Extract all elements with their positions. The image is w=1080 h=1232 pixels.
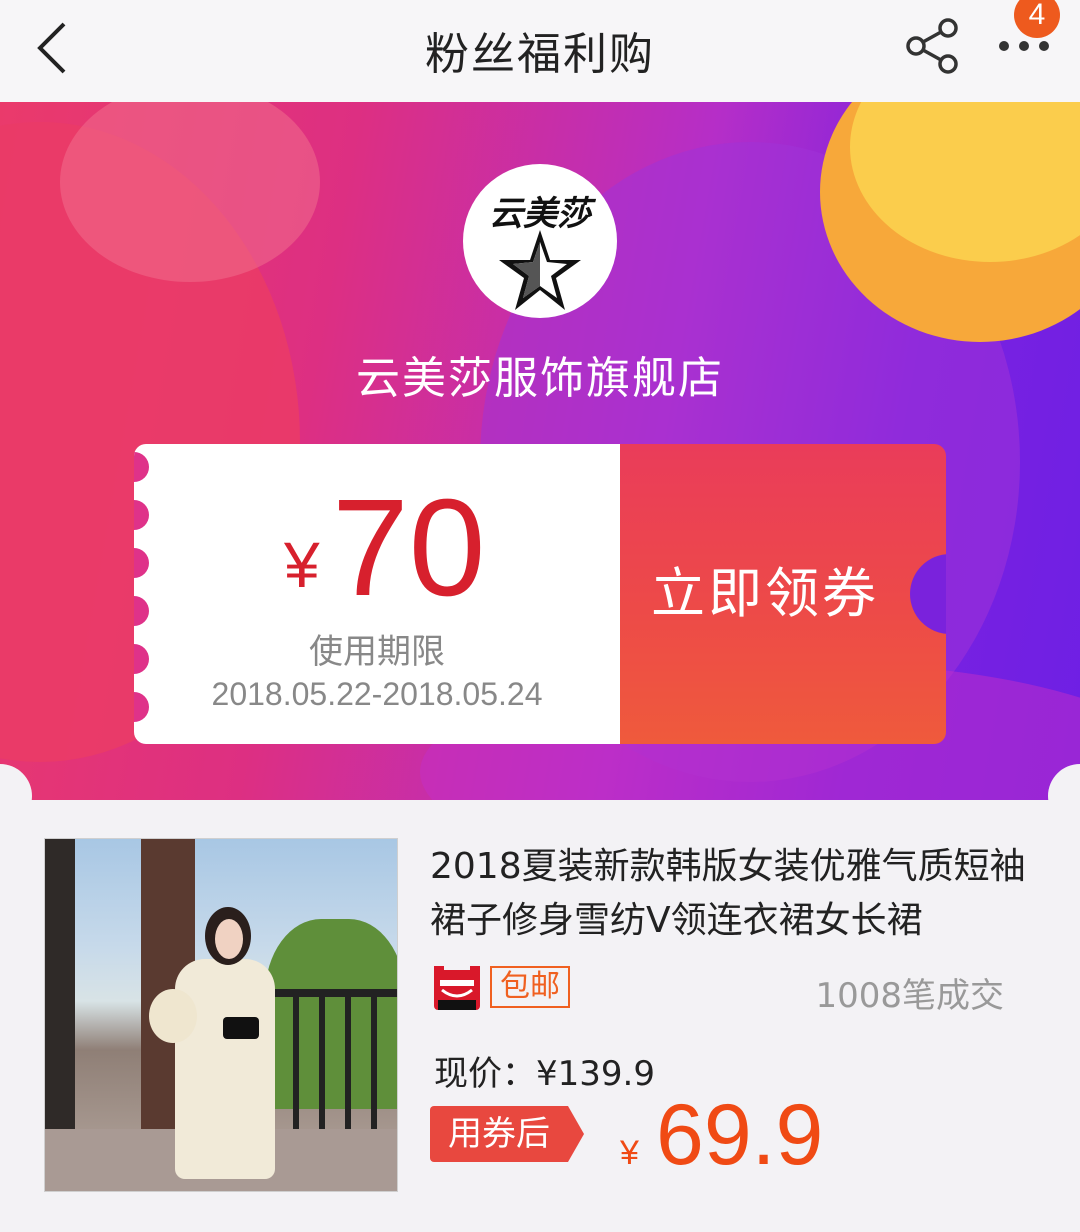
coupon-notch — [134, 596, 149, 626]
product-image[interactable] — [44, 838, 398, 1192]
coupon-notch — [134, 452, 149, 482]
after-coupon-tag-arrow — [568, 1106, 584, 1162]
coupon-notch — [134, 548, 149, 578]
top-nav-bar: 粉丝福利购 4 — [0, 0, 1080, 102]
photo-detail — [149, 989, 197, 1043]
sales-count: 1008笔成交 — [815, 976, 1004, 1016]
after-coupon-price: 69.9 — [656, 1087, 824, 1183]
after-coupon-currency: ¥ — [620, 1134, 639, 1172]
after-coupon-tag: 用券后 — [430, 1106, 568, 1162]
store-name: 云美莎服饰旗舰店 — [356, 353, 724, 404]
coupon-amount: 70 — [332, 471, 486, 625]
coupon-card: ¥ 70 使用期限 2018.05.22-2018.05.24 立即领券 — [134, 444, 946, 744]
product-title[interactable]: 2018夏装新款韩版女装优雅气质短袖裙子修身雪纺V领连衣裙女长裙 — [430, 840, 1030, 948]
claim-coupon-button[interactable]: 立即领券 — [620, 444, 910, 744]
coupon-value-panel: ¥ 70 使用期限 2018.05.22-2018.05.24 — [134, 444, 620, 744]
photo-detail — [215, 919, 243, 959]
free-shipping-badge: 包邮 — [490, 966, 570, 1008]
coupon-notch — [134, 500, 149, 530]
store-logo[interactable]: 云美莎 — [463, 164, 617, 318]
tmall-icon — [434, 966, 480, 1010]
store-banner: 云美莎 云美莎服饰旗舰店 ¥ 70 使用期限 2018.05.22-2018.0… — [0, 102, 1080, 800]
share-icon[interactable] — [902, 16, 964, 76]
photo-detail — [175, 959, 275, 1179]
star-icon — [499, 230, 581, 310]
coupon-currency: ¥ — [284, 529, 320, 601]
photo-detail — [223, 1017, 259, 1039]
product-card[interactable]: 2018夏装新款韩版女装优雅气质短袖裙子修身雪纺V领连衣裙女长裙 包邮 1008… — [0, 800, 1080, 1232]
coupon-validity-label: 使用期限 — [309, 632, 445, 672]
coupon-validity-dates: 2018.05.22-2018.05.24 — [211, 676, 543, 712]
current-price: 现价：¥139.9 — [434, 1054, 655, 1094]
